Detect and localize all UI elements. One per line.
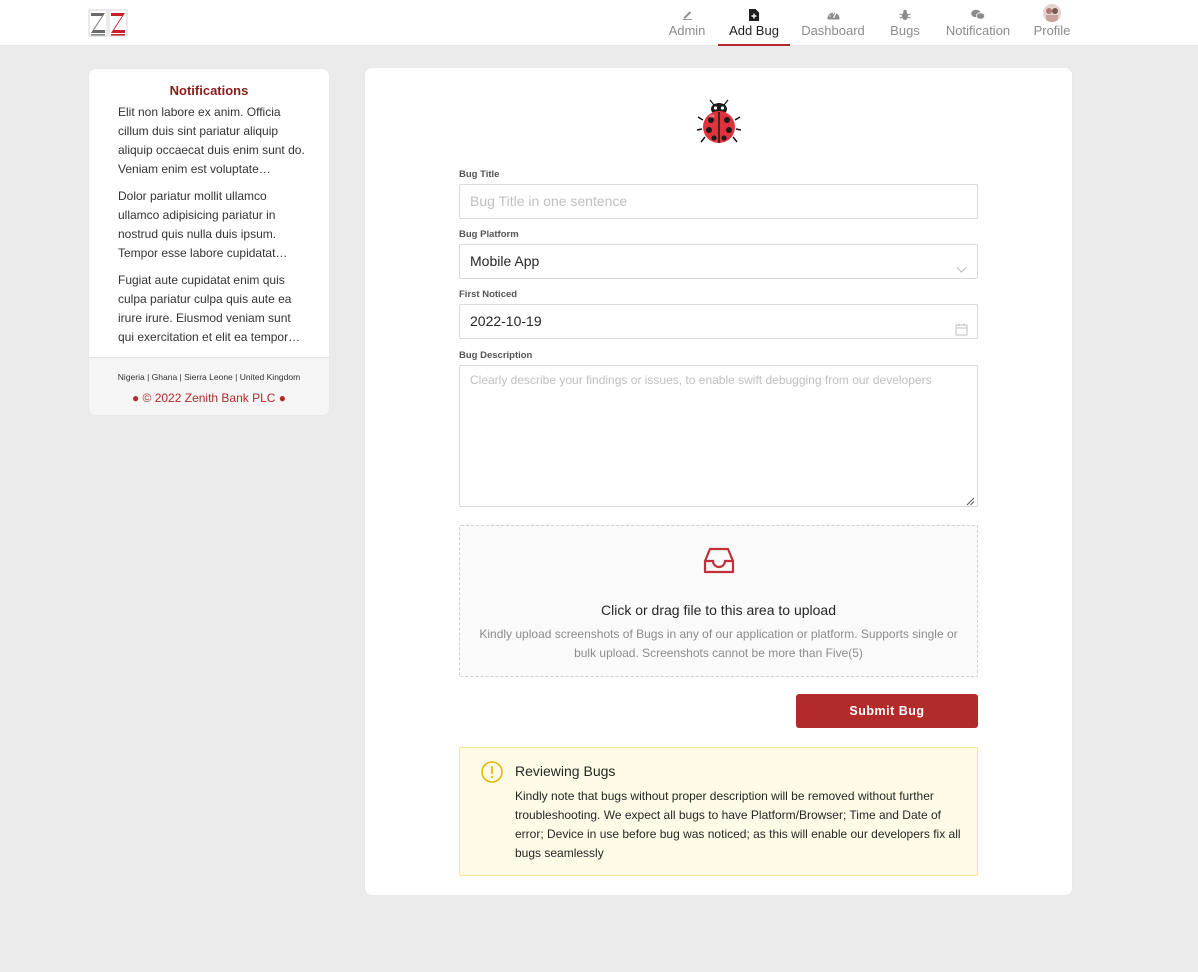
bug-description-label: Bug Description bbox=[459, 350, 533, 361]
notification-text: Elit non labore ex anim. Officia cillum … bbox=[118, 105, 305, 176]
countries-text: Nigeria | Ghana | Sierra Leone | United … bbox=[117, 372, 301, 382]
notifications-list: Elit non labore ex anim. Officia cillum … bbox=[118, 103, 308, 355]
reviewing-bugs-alert: Reviewing Bugs Kindly note that bugs wit… bbox=[459, 747, 978, 876]
avatar bbox=[1043, 4, 1061, 22]
notifications-panel: Notifications Elit non labore ex anim. O… bbox=[88, 68, 330, 416]
calendar-icon bbox=[955, 315, 968, 336]
nav-dashboard[interactable]: Dashboard bbox=[800, 0, 866, 46]
file-upload-dropzone[interactable]: Click or drag file to this area to uploa… bbox=[459, 525, 978, 677]
first-noticed-label: First Noticed bbox=[459, 289, 518, 300]
nav-bugs[interactable]: Bugs bbox=[885, 0, 925, 46]
bug-platform-select[interactable]: Mobile App bbox=[459, 244, 978, 279]
list-item[interactable]: Fugiat aute cupidatat enim quis culpa pa… bbox=[118, 271, 308, 347]
resize-handle-icon[interactable] bbox=[966, 495, 975, 506]
nav-dashboard-label: Dashboard bbox=[801, 23, 865, 38]
sidebar-footer: Nigeria | Ghana | Sierra Leone | United … bbox=[89, 357, 329, 415]
add-bug-card: Bug Title Bug Title in one sentence Bug … bbox=[364, 67, 1073, 896]
bug-icon bbox=[898, 8, 912, 21]
list-item[interactable]: Elit non labore ex anim. Officia cillum … bbox=[118, 103, 308, 179]
notifications-title: Notifications bbox=[169, 83, 249, 98]
file-add-icon bbox=[747, 8, 761, 21]
submit-bug-button[interactable]: Submit Bug bbox=[796, 694, 978, 728]
bug-platform-value: Mobile App bbox=[470, 253, 540, 269]
nav-admin-label: Admin bbox=[668, 23, 706, 38]
nav-add-bug[interactable]: Add Bug bbox=[718, 0, 790, 46]
nav-notification-label: Notification bbox=[945, 23, 1011, 38]
nav-admin[interactable]: Admin bbox=[666, 0, 708, 46]
list-item[interactable]: Dolor pariatur mollit ullamco ullamco ad… bbox=[118, 187, 308, 263]
nav-add-bug-label: Add Bug bbox=[729, 23, 779, 38]
alert-title: Reviewing Bugs bbox=[515, 763, 616, 779]
first-noticed-value: 2022-10-19 bbox=[470, 313, 542, 329]
nav-profile[interactable]: Profile bbox=[1030, 0, 1074, 46]
bug-description-textarea[interactable]: Clearly describe your findings or issues… bbox=[459, 365, 978, 507]
notification-text: Dolor pariatur mollit ullamco ullamco ad… bbox=[118, 189, 288, 260]
nav-notification[interactable]: Notification bbox=[944, 0, 1012, 46]
bug-title-input[interactable]: Bug Title in one sentence bbox=[459, 184, 978, 219]
chevron-down-icon bbox=[955, 255, 968, 273]
nav-profile-label: Profile bbox=[1033, 23, 1071, 38]
wechat-icon bbox=[971, 8, 985, 21]
bug-description-placeholder: Clearly describe your findings or issues… bbox=[470, 373, 932, 387]
copyright-text: ● © 2022 Zenith Bank PLC ● bbox=[131, 391, 287, 405]
zenith-logo[interactable] bbox=[88, 8, 128, 40]
bug-title-label: Bug Title bbox=[459, 169, 500, 180]
upload-title: Click or drag file to this area to uploa… bbox=[600, 602, 836, 618]
inbox-icon bbox=[702, 544, 736, 578]
top-header: Admin Add Bug Dashboard Bugs Notificatio… bbox=[0, 0, 1198, 46]
exclamation-circle-icon bbox=[480, 760, 504, 784]
upload-hint: Kindly upload screenshots of Bugs in any… bbox=[479, 627, 958, 660]
notification-text: Fugiat aute cupidatat enim quis culpa pa… bbox=[118, 273, 301, 344]
alert-text: Kindly note that bugs without proper des… bbox=[515, 789, 961, 860]
bug-platform-label: Bug Platform bbox=[459, 229, 519, 240]
edit-icon bbox=[680, 8, 694, 21]
first-noticed-date-picker[interactable]: 2022-10-19 bbox=[459, 304, 978, 339]
nav-bugs-label: Bugs bbox=[890, 23, 920, 38]
ladybug-icon bbox=[695, 98, 743, 146]
dashboard-icon bbox=[826, 8, 840, 21]
